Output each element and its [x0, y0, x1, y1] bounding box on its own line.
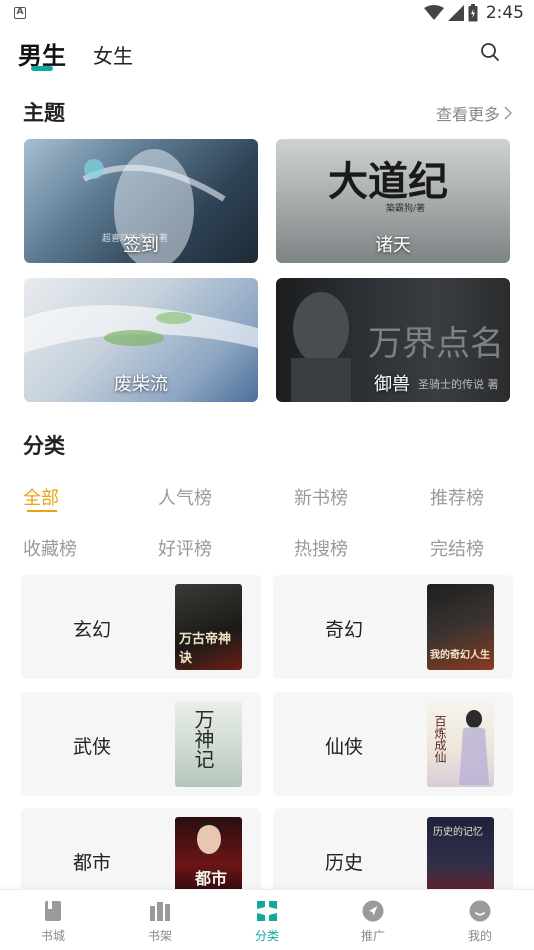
- tab-female[interactable]: 女生: [93, 40, 133, 69]
- theme-card-label: 签到: [123, 235, 159, 256]
- genre-card-xianxia[interactable]: 仙侠 百炼成仙: [273, 692, 513, 796]
- theme-card-yushou[interactable]: 万界点名 圣骑士的传说 著 御兽: [276, 278, 510, 402]
- filter-rated[interactable]: 好评榜: [158, 535, 212, 561]
- bottom-nav: 书城 书架 分类 推广 我的: [0, 889, 534, 950]
- see-more-label: 查看更多: [435, 105, 500, 124]
- status-bar: A 2:45: [0, 0, 534, 28]
- cover-title: 历史的记忆: [433, 827, 483, 838]
- genre-card-wuxia[interactable]: 武侠 万神记: [21, 692, 261, 796]
- nav-label: 书架: [147, 929, 172, 943]
- nav-label: 我的: [467, 929, 492, 943]
- genre-card-qihuan[interactable]: 奇幻 我的奇幻人生: [273, 575, 513, 679]
- theme-section-title: 主题: [23, 101, 65, 125]
- book-icon: [45, 901, 61, 921]
- book-cover: 万神记: [175, 701, 242, 787]
- genre-name: 都市: [73, 852, 112, 874]
- card-book-title: 大道纪: [328, 158, 448, 205]
- cover-title: 我的奇幻人生: [430, 650, 490, 661]
- filter-recommended[interactable]: 推荐榜: [430, 484, 484, 510]
- nav-bookshelf[interactable]: 书架: [130, 890, 190, 950]
- top-tab-bar: 男生 女生: [0, 30, 534, 80]
- genre-name: 历史: [325, 852, 364, 874]
- card-author-text: 圣骑士的传说 著: [418, 378, 499, 391]
- nav-promote[interactable]: 推广: [343, 890, 403, 950]
- filter-new[interactable]: 新书榜: [294, 484, 348, 510]
- nav-profile[interactable]: 我的: [450, 890, 510, 950]
- cover-title: 万神记: [191, 709, 215, 769]
- card-author-text: 築霸狗/著: [386, 204, 426, 214]
- book-cover: 百炼成仙: [427, 701, 494, 787]
- search-icon[interactable]: [478, 40, 502, 64]
- clock: 2:45: [485, 3, 524, 23]
- smiley-icon: [469, 900, 491, 922]
- nav-label: 推广: [360, 929, 385, 943]
- see-more-link[interactable]: 查看更多: [436, 101, 512, 125]
- status-icons: 2:45: [423, 3, 524, 23]
- theme-card-label: 诸天: [375, 235, 411, 256]
- bookshelf-icon: [150, 902, 170, 921]
- book-cover: 万古帝神诀: [175, 584, 242, 670]
- filter-all[interactable]: 全部: [23, 484, 59, 510]
- theme-card-feichai[interactable]: 废柴流: [24, 278, 258, 402]
- cover-title: 都市: [195, 869, 228, 888]
- nav-label: 分类: [254, 929, 279, 943]
- cover-art: [196, 822, 222, 854]
- nav-bookstore[interactable]: 书城: [23, 890, 83, 950]
- chevron-right-icon: [504, 106, 512, 120]
- cover-title: 百炼成仙: [433, 715, 447, 763]
- notification-a-icon: A: [14, 7, 26, 19]
- genre-name: 奇幻: [325, 619, 364, 641]
- theme-card-signin[interactable]: 超喜欢吃香菇 著 签到: [24, 139, 258, 263]
- book-cover: 我的奇幻人生: [427, 584, 494, 670]
- send-icon: [362, 900, 384, 922]
- filter-completed[interactable]: 完结榜: [430, 535, 484, 561]
- genre-card-xuanhuan[interactable]: 玄幻 万古帝神诀: [21, 575, 261, 679]
- genre-name: 玄幻: [73, 619, 112, 641]
- card-book-title: 万界点名: [368, 324, 504, 364]
- battery-icon: [468, 4, 478, 22]
- theme-card-zhutian[interactable]: 大道纪 築霸狗/著 诸天: [276, 139, 510, 263]
- filter-popular[interactable]: 人气榜: [158, 484, 212, 510]
- cover-art: [459, 710, 489, 785]
- category-section-title: 分类: [23, 434, 65, 458]
- genre-name: 仙侠: [325, 736, 364, 758]
- nav-label: 书城: [40, 929, 65, 943]
- nav-category[interactable]: 分类: [237, 890, 297, 950]
- wifi-icon: [423, 5, 444, 20]
- theme-card-label: 御兽: [374, 374, 410, 395]
- category-grid-icon: [257, 901, 277, 921]
- filter-active-indicator: [27, 510, 57, 512]
- filter-hot-search[interactable]: 热搜榜: [294, 535, 348, 561]
- filter-favorites[interactable]: 收藏榜: [23, 535, 77, 561]
- theme-card-label: 废柴流: [114, 374, 168, 395]
- genre-name: 武侠: [73, 736, 112, 758]
- signal-icon: [447, 5, 464, 21]
- cover-title: 万古帝神诀: [179, 632, 232, 666]
- active-tab-indicator: [31, 66, 53, 71]
